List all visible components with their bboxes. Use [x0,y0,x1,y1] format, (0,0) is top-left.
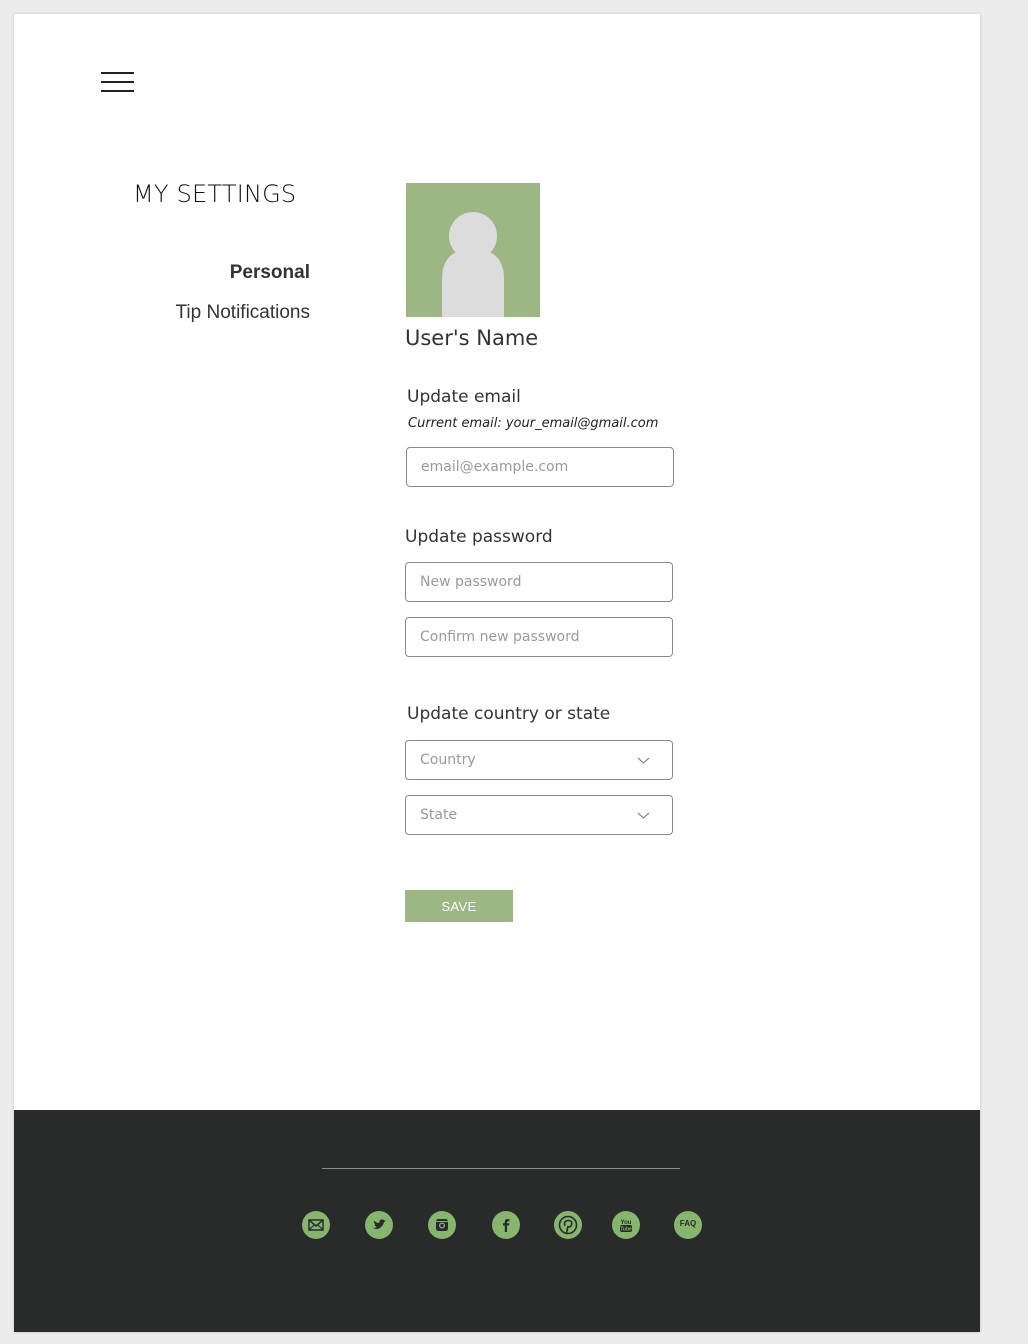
update-email-label: Update email [407,387,521,407]
svg-text:Tube: Tube [620,1227,632,1233]
confirm-password-input[interactable] [405,617,673,657]
sidebar-item-tip-notifications[interactable]: Tip Notifications [176,302,310,324]
save-button[interactable]: SAVE [405,890,513,922]
twitter-icon[interactable] [365,1211,393,1239]
footer-divider [322,1168,680,1169]
faq-icon[interactable]: FAQ [674,1211,702,1239]
page-title: MY SETTINGS [133,180,297,208]
update-location-label: Update country or state [407,704,611,724]
email-input[interactable] [406,447,674,487]
hamburger-menu-button[interactable] [101,72,135,94]
current-email-text: Current email: your_email@gmail.com [408,416,659,431]
country-select-text: Country [420,752,476,768]
hamburger-icon-line [101,90,134,92]
youtube-icon[interactable]: You Tube [612,1211,640,1239]
faq-label: FAQ [679,1219,697,1228]
state-select[interactable]: State [405,795,673,835]
footer: You Tube FAQ [14,1110,980,1332]
facebook-icon[interactable] [492,1211,520,1239]
pinterest-icon[interactable] [554,1211,582,1239]
user-name: User's Name [405,326,539,350]
hamburger-icon-line [101,81,134,83]
country-select[interactable]: Country [405,740,673,780]
update-password-label: Update password [405,527,553,547]
user-avatar-icon[interactable] [406,183,540,317]
instagram-icon[interactable] [428,1211,456,1239]
chevron-down-icon [637,757,650,764]
sidebar-item-personal[interactable]: Personal [230,262,310,284]
settings-page: MY SETTINGS Personal Tip Notifications U… [14,14,980,1332]
mail-icon[interactable] [302,1211,330,1239]
hamburger-icon [101,72,134,74]
chevron-down-icon [637,812,650,819]
new-password-input[interactable] [405,562,673,602]
state-select-text: State [420,807,458,823]
